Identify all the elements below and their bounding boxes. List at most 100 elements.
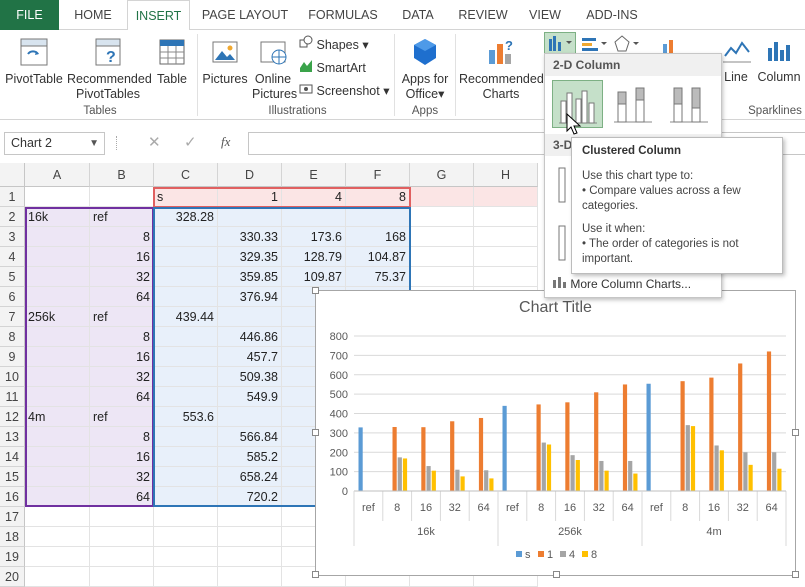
pivottable-button[interactable]: PivotTable	[3, 36, 65, 87]
cell-a10[interactable]	[25, 367, 90, 387]
cell-g2[interactable]	[410, 207, 474, 227]
cell-a19[interactable]	[25, 547, 90, 567]
cell-b17[interactable]	[90, 507, 154, 527]
cell-g4[interactable]	[410, 247, 474, 267]
cell-c1[interactable]: s	[154, 187, 218, 207]
cell-d14[interactable]: 585.2	[218, 447, 282, 467]
cell-c9[interactable]	[154, 347, 218, 367]
cell-a1[interactable]	[25, 187, 90, 207]
row-header-16[interactable]: 16	[0, 487, 25, 507]
cell-b2[interactable]: ref	[90, 207, 154, 227]
row-header-19[interactable]: 19	[0, 547, 25, 567]
cell-a12[interactable]: 4m	[25, 407, 90, 427]
cell-a18[interactable]	[25, 527, 90, 547]
cell-a16[interactable]	[25, 487, 90, 507]
cell-c14[interactable]	[154, 447, 218, 467]
insert-function-icon[interactable]: fx	[221, 134, 230, 150]
cell-d19[interactable]	[218, 547, 282, 567]
cell-c2[interactable]: 328.28	[154, 207, 218, 227]
cell-b13[interactable]: 8	[90, 427, 154, 447]
resize-handle-right[interactable]	[792, 429, 799, 436]
column-header-d[interactable]: D	[218, 163, 282, 187]
apps-for-office-button[interactable]: Apps for Office▾	[399, 36, 451, 102]
row-header-20[interactable]: 20	[0, 567, 25, 587]
cell-c18[interactable]	[154, 527, 218, 547]
cell-b6[interactable]: 64	[90, 287, 154, 307]
cell-d5[interactable]: 359.85	[218, 267, 282, 287]
cell-d10[interactable]: 509.38	[218, 367, 282, 387]
cell-b9[interactable]: 16	[90, 347, 154, 367]
row-header-11[interactable]: 11	[0, 387, 25, 407]
cell-c10[interactable]	[154, 367, 218, 387]
tab-file[interactable]: FILE	[0, 0, 59, 30]
tab-insert[interactable]: INSERT	[127, 0, 190, 31]
table-button[interactable]: Table	[153, 36, 191, 87]
cell-a7[interactable]: 256k	[25, 307, 90, 327]
cell-a20[interactable]	[25, 567, 90, 587]
cell-c17[interactable]	[154, 507, 218, 527]
row-header-14[interactable]: 14	[0, 447, 25, 467]
cell-d15[interactable]: 658.24	[218, 467, 282, 487]
cell-e2[interactable]	[282, 207, 346, 227]
cell-c7[interactable]: 439.44	[154, 307, 218, 327]
tab-view[interactable]: VIEW	[522, 0, 568, 30]
cell-c19[interactable]	[154, 547, 218, 567]
resize-handle-left[interactable]	[312, 429, 319, 436]
column-header-a[interactable]: A	[25, 163, 90, 187]
cell-a9[interactable]	[25, 347, 90, 367]
select-all-corner[interactable]	[0, 163, 25, 187]
cell-d16[interactable]: 720.2	[218, 487, 282, 507]
chart-object[interactable]: Chart Title 0 100 200 300 400 500 600 700 800 ref…	[312, 287, 799, 578]
row-header-5[interactable]: 5	[0, 267, 25, 287]
cell-d1[interactable]: 1	[218, 187, 282, 207]
name-box[interactable]: Chart 2 ▼	[4, 132, 105, 155]
cell-b7[interactable]: ref	[90, 307, 154, 327]
cell-a5[interactable]	[25, 267, 90, 287]
row-header-1[interactable]: 1	[0, 187, 25, 207]
cell-a11[interactable]	[25, 387, 90, 407]
column-header-f[interactable]: F	[346, 163, 410, 187]
100-stacked-column-option[interactable]	[664, 80, 715, 128]
cell-b1[interactable]	[90, 187, 154, 207]
formula-bar-grip[interactable]	[116, 136, 119, 150]
cell-b8[interactable]: 8	[90, 327, 154, 347]
tab-data[interactable]: DATA	[394, 0, 442, 30]
row-header-13[interactable]: 13	[0, 427, 25, 447]
cell-a17[interactable]	[25, 507, 90, 527]
cell-c16[interactable]	[154, 487, 218, 507]
cell-d6[interactable]: 376.94	[218, 287, 282, 307]
cell-d9[interactable]: 457.7	[218, 347, 282, 367]
tab-page-layout[interactable]: PAGE LAYOUT	[196, 0, 294, 30]
cell-c6[interactable]	[154, 287, 218, 307]
row-header-8[interactable]: 8	[0, 327, 25, 347]
name-box-dropdown-icon[interactable]: ▼	[89, 133, 99, 154]
cell-c12[interactable]: 553.6	[154, 407, 218, 427]
row-header-9[interactable]: 9	[0, 347, 25, 367]
sparkline-line-button[interactable]: Line	[722, 36, 751, 85]
cell-b5[interactable]: 32	[90, 267, 154, 287]
resize-handle-bottom-right[interactable]	[792, 571, 799, 578]
cell-e5[interactable]: 109.87	[282, 267, 346, 287]
cell-f4[interactable]: 104.87	[346, 247, 410, 267]
cell-g5[interactable]	[410, 267, 474, 287]
screenshot-button[interactable]: Screenshot ▾	[299, 81, 389, 98]
pictures-button[interactable]: Pictures	[202, 36, 248, 87]
row-header-7[interactable]: 7	[0, 307, 25, 327]
cell-a14[interactable]	[25, 447, 90, 467]
column-header-h[interactable]: H	[474, 163, 538, 187]
row-header-4[interactable]: 4	[0, 247, 25, 267]
cell-b11[interactable]: 64	[90, 387, 154, 407]
cell-b16[interactable]: 64	[90, 487, 154, 507]
cell-g3[interactable]	[410, 227, 474, 247]
cell-e1[interactable]: 4	[282, 187, 346, 207]
cell-a8[interactable]	[25, 327, 90, 347]
cell-d4[interactable]: 329.35	[218, 247, 282, 267]
cylinder-column-option[interactable]	[555, 222, 569, 265]
tab-review[interactable]: REVIEW	[452, 0, 514, 30]
column-header-g[interactable]: G	[410, 163, 474, 187]
cell-b19[interactable]	[90, 547, 154, 567]
enter-icon[interactable]: ✓	[184, 133, 197, 151]
cell-e3[interactable]: 173.6	[282, 227, 346, 247]
shapes-button[interactable]: Shapes ▾	[299, 35, 369, 52]
cell-a15[interactable]	[25, 467, 90, 487]
